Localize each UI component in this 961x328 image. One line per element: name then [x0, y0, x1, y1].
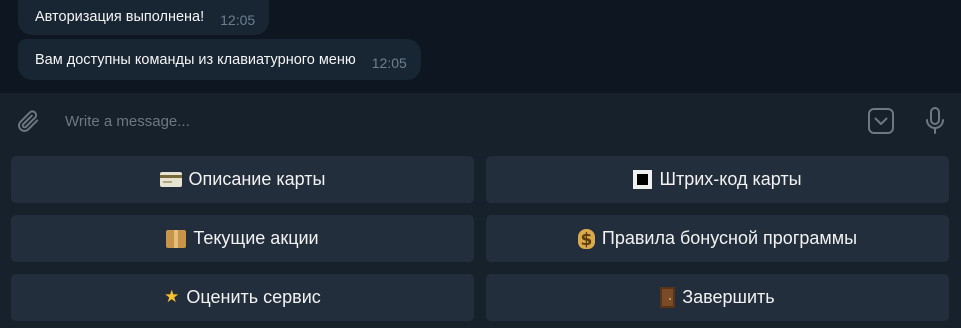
keyboard-button-label: Оценить сервис: [186, 287, 321, 307]
message-history: Авторизация выполнена! 12:05 Вам доступн…: [0, 0, 961, 93]
door-icon: [660, 287, 676, 308]
keyboard-button-current-promotions[interactable]: Текущие акции: [11, 215, 474, 262]
keyboard-button-bonus-rules[interactable]: $ Правила бонусной программы: [486, 215, 949, 262]
keyboard-button-rate-service[interactable]: ★ Оценить сервис: [11, 274, 474, 321]
message-text: Авторизация выполнена!: [35, 8, 205, 25]
message-time: 12:05: [371, 54, 407, 71]
keyboard-button-label: Описание карты: [188, 169, 326, 189]
message-input[interactable]: [54, 102, 844, 140]
keyboard-button-card-barcode[interactable]: Штрих-код карты: [486, 156, 949, 203]
incoming-message[interactable]: Вам доступны команды из клавиатурного ме…: [18, 39, 421, 80]
bot-keyboard-icon[interactable]: [864, 104, 898, 138]
package-icon: [166, 229, 187, 248]
keyboard-button-label: Штрих-код карты: [659, 169, 802, 189]
bot-reply-keyboard: Описание карты Штрих-код карты Текущие а…: [0, 148, 961, 328]
telegram-chat-window: Авторизация выполнена! 12:05 Вам доступн…: [0, 0, 961, 328]
microphone-icon[interactable]: [920, 104, 950, 138]
keyboard-button-finish[interactable]: Завершить: [486, 274, 949, 321]
money-bag-icon: $: [577, 228, 595, 250]
paperclip-icon[interactable]: [12, 105, 44, 137]
star-icon: ★: [164, 287, 180, 307]
black-square-icon: [633, 170, 653, 189]
keyboard-button-label: Завершить: [682, 287, 775, 307]
message-composer: [0, 93, 961, 148]
message-time: 12:05: [220, 11, 256, 28]
keyboard-button-label: Правила бонусной программы: [601, 228, 858, 248]
message-text: Вам доступны команды из клавиатурного ме…: [35, 51, 356, 68]
keyboard-button-card-description[interactable]: Описание карты: [11, 156, 474, 203]
incoming-message[interactable]: Авторизация выполнена! 12:05: [18, 0, 270, 35]
credit-card-icon: [159, 172, 182, 187]
keyboard-button-label: Текущие акции: [193, 228, 319, 248]
